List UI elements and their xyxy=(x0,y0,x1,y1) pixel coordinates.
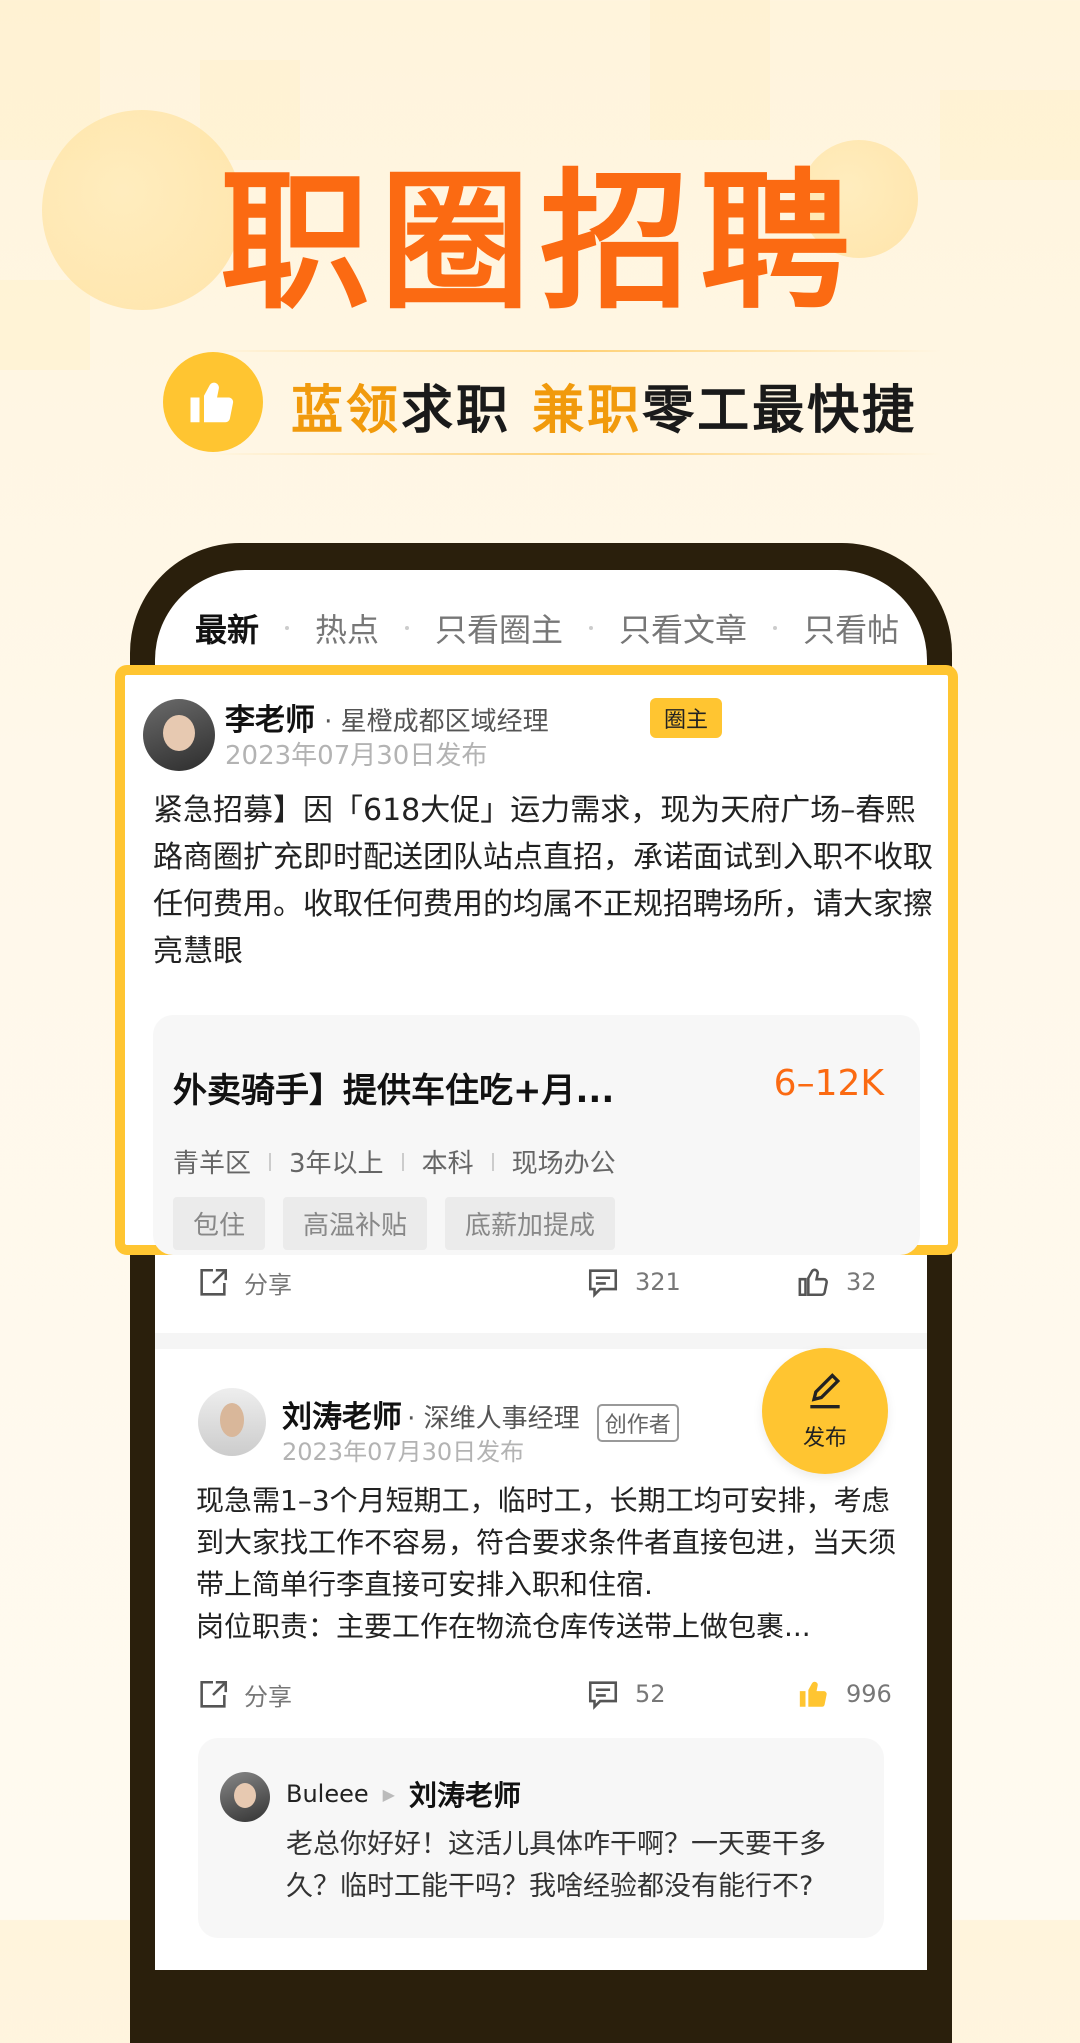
share-button[interactable]: 分享 xyxy=(196,1265,292,1300)
job-education: 本科 xyxy=(421,1149,474,1179)
post-body[interactable]: 紧急招募】因「618大促」运力需求，现为天府广场–春熙路商圈扩充即时配送团队站点… xyxy=(153,787,933,975)
job-district: 青羊区 xyxy=(173,1149,252,1179)
post-header: 李老师 · 星橙成都区域经理 xyxy=(225,695,549,739)
subtitle-text: 蓝领求职 兼职零工最快捷 xyxy=(291,368,917,443)
author-role: · 星橙成都区域经理 xyxy=(324,707,549,737)
tab-posts-only[interactable]: 只看帖 xyxy=(803,605,899,651)
author-name[interactable]: 李老师 xyxy=(225,703,315,738)
share-button[interactable]: 分享 xyxy=(196,1677,292,1712)
publish-fab[interactable]: 发布 xyxy=(762,1348,888,1474)
job-title: 外卖骑手】提供车住吃+月... xyxy=(173,1071,615,1111)
comment-count: 52 xyxy=(635,1680,666,1708)
like-button[interactable]: 32 xyxy=(796,1265,877,1299)
post-date: 2023年07月30日发布 xyxy=(225,741,488,771)
meta-separator xyxy=(269,1152,272,1171)
comment-button[interactable]: 52 xyxy=(585,1677,666,1711)
job-experience: 3年以上 xyxy=(289,1149,384,1179)
owner-badge: 圈主 xyxy=(650,698,723,738)
job-salary: 6–12K xyxy=(773,1063,884,1104)
meta-separator xyxy=(491,1152,494,1171)
tab-separator xyxy=(589,626,594,630)
tab-separator xyxy=(285,626,290,630)
tab-hot[interactable]: 热点 xyxy=(315,605,379,651)
subtitle-highlight-parttime: 兼职 xyxy=(532,381,643,441)
thumbs-up-icon xyxy=(798,1268,828,1297)
post-card-highlighted[interactable]: 李老师 · 星橙成都区域经理 圈主 2023年07月30日发布 紧急招募】因「6… xyxy=(115,665,958,1255)
subtitle-bottom-line xyxy=(203,453,943,455)
creator-badge: 创作者 xyxy=(596,1403,679,1442)
job-tags: 包住 高温补贴 底薪加提成 xyxy=(173,1197,633,1250)
avatar[interactable] xyxy=(198,1388,266,1456)
tab-owner-only[interactable]: 只看圈主 xyxy=(435,605,563,651)
thumbs-up-icon xyxy=(190,382,234,423)
post-divider xyxy=(155,1333,927,1349)
job-tag: 包住 xyxy=(173,1197,266,1250)
share-icon xyxy=(200,1680,228,1708)
reply-arrow-icon: ▶ xyxy=(382,1784,395,1804)
tab-articles-only[interactable]: 只看文章 xyxy=(619,605,747,651)
subtitle-top-line xyxy=(203,350,943,352)
job-card[interactable]: 外卖骑手】提供车住吃+月... 6–12K 青羊区 3年以上 本科 现场办公 包… xyxy=(153,1015,920,1255)
comment-reply-to[interactable]: 刘涛老师 xyxy=(409,1774,521,1814)
author-role: · 深维人事经理 xyxy=(407,1404,580,1434)
avatar[interactable] xyxy=(143,699,215,771)
post2-date: 2023年07月30日发布 xyxy=(282,1438,525,1466)
comment-count: 321 xyxy=(635,1268,681,1296)
tab-separator xyxy=(405,626,410,630)
comment-header: Buleee ▶ 刘涛老师 xyxy=(286,1774,521,1814)
job-workmode: 现场办公 xyxy=(511,1149,616,1179)
meta-separator xyxy=(401,1152,404,1171)
share-icon xyxy=(200,1268,228,1296)
comment-preview[interactable]: Buleee ▶ 刘涛老师 老总你好好！这活儿具体咋干啊？一天要干多久？临时工能… xyxy=(198,1738,884,1938)
comment-icon xyxy=(588,1269,618,1298)
avatar-face xyxy=(234,1783,256,1808)
subtitle-gig: 零工最快捷 xyxy=(642,381,918,441)
filter-tabs: 最新 热点 只看圈主 只看文章 只看帖 xyxy=(195,605,925,653)
tab-latest[interactable]: 最新 xyxy=(195,605,260,653)
share-label: 分享 xyxy=(244,1683,292,1711)
edit-icon xyxy=(810,1373,841,1409)
subtitle-jobseek: 求职 xyxy=(401,381,533,441)
like-button[interactable]: 996 xyxy=(796,1677,892,1711)
avatar-face xyxy=(219,1402,245,1437)
thumbs-up-badge xyxy=(163,352,263,452)
comment-author[interactable]: Buleee xyxy=(286,1780,369,1808)
comment-button[interactable]: 321 xyxy=(585,1265,681,1299)
avatar[interactable] xyxy=(220,1772,270,1822)
comment-text: 老总你好好！这活儿具体咋干啊？一天要干多久？临时工能干吗？我啥经验都没有能行不? xyxy=(286,1829,826,1902)
like-count: 32 xyxy=(846,1268,877,1296)
thumbs-up-filled-icon xyxy=(799,1681,827,1707)
job-tag: 高温补贴 xyxy=(283,1197,428,1250)
job-meta: 青羊区 3年以上 本科 现场办公 xyxy=(173,1143,616,1180)
share-label: 分享 xyxy=(244,1271,292,1299)
bg-block xyxy=(940,90,1080,180)
hero-title: 职圈招聘 xyxy=(219,156,860,330)
comment-icon xyxy=(588,1681,618,1710)
subtitle-banner: 蓝领求职 兼职零工最快捷 xyxy=(163,350,943,455)
author-name[interactable]: 刘涛老师 xyxy=(282,1400,402,1435)
job-tag: 底薪加提成 xyxy=(445,1197,616,1250)
publish-label: 发布 xyxy=(802,1426,847,1451)
tab-separator xyxy=(773,626,778,630)
post2-body[interactable]: 现急需1–3个月短期工，临时工，长期工均可安排，考虑到大家找工作不容易，符合要求… xyxy=(196,1480,896,1648)
like-count: 996 xyxy=(846,1680,892,1708)
avatar-face xyxy=(163,714,195,751)
bg-block xyxy=(650,0,770,140)
subtitle-highlight-bluecollar: 蓝领 xyxy=(291,381,402,441)
